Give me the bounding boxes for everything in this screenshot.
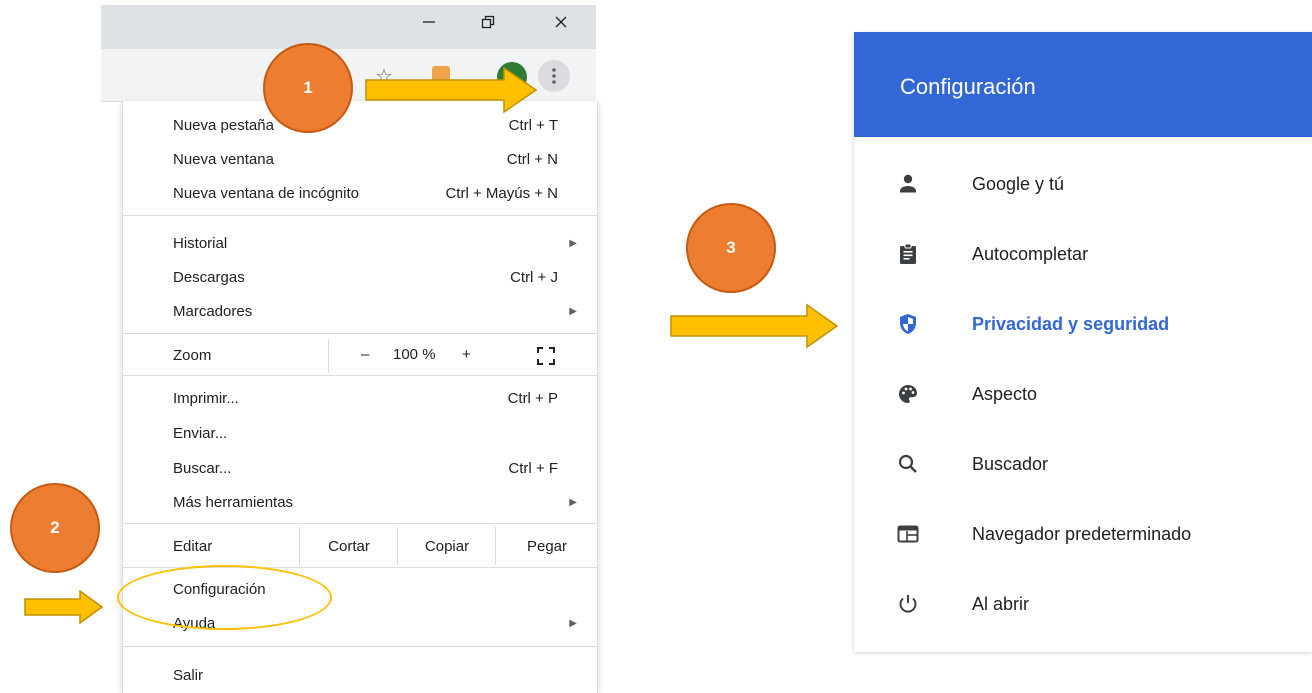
menu-item-label: Historial [173, 234, 228, 252]
settings-item-search-engine[interactable]: Buscador [854, 442, 1312, 486]
clipboard-icon [900, 243, 916, 264]
step-2-label: 2 [50, 518, 60, 537]
menu-item-new-window[interactable]: Nueva ventana Ctrl + N [123, 142, 597, 176]
copy-button-label: Copiar [424, 537, 470, 555]
power-icon [899, 595, 917, 613]
submenu-arrow-icon: ▶ [569, 496, 577, 508]
settings-panel: Configuración Google y tú Autocompletar … [854, 32, 1312, 652]
menu-item-bookmarks[interactable]: Marcadores ▶ [123, 294, 597, 328]
close-icon [555, 16, 567, 28]
minimize-icon [423, 21, 435, 23]
menu-item-shortcut: Ctrl + T [508, 116, 558, 134]
submenu-arrow-icon: ▶ [569, 237, 577, 249]
menu-item-shortcut: Ctrl + Mayús + N [445, 184, 558, 202]
menu-divider [123, 646, 597, 647]
browser-window-icon [897, 525, 919, 543]
step-1-badge: 1 [263, 43, 353, 133]
menu-item-print[interactable]: Imprimir... Ctrl + P [123, 381, 597, 415]
zoom-label: Zoom [173, 347, 212, 364]
settings-item-privacy[interactable]: Privacidad y seguridad [854, 302, 1312, 346]
step-3-arrow-icon [670, 303, 839, 349]
menu-item-incognito[interactable]: Nueva ventana de incógnito Ctrl + Mayús … [123, 176, 597, 210]
menu-item-label: Descargas [173, 268, 245, 286]
settings-item-label: Aspecto [972, 384, 1038, 404]
zoom-row: Zoom – 100 % + [123, 339, 597, 373]
settings-item-label: Privacidad y seguridad [972, 314, 1170, 334]
step-2-badge: 2 [10, 483, 100, 573]
more-vert-button[interactable] [538, 60, 570, 92]
menu-item-shortcut: Ctrl + J [510, 268, 558, 286]
menu-divider [123, 215, 597, 216]
step-1-arrow-icon [365, 66, 538, 114]
menu-item-label: Salir [173, 666, 204, 684]
settings-item-label: Google y tú [972, 174, 1065, 194]
palette-icon [899, 385, 917, 403]
settings-item-default-browser[interactable]: Navegador predeterminado [854, 512, 1312, 556]
close-button[interactable] [547, 8, 575, 36]
settings-item-label: Autocompletar [972, 244, 1089, 264]
menu-item-cast[interactable]: Enviar... [123, 416, 597, 450]
settings-item-on-startup[interactable]: Al abrir [854, 582, 1312, 626]
menu-item-shortcut: Ctrl + P [507, 389, 558, 407]
submenu-arrow-icon: ▶ [569, 305, 577, 317]
copy-button[interactable]: Copiar [397, 527, 496, 565]
shield-icon [900, 314, 916, 334]
menu-item-label: Marcadores [173, 302, 253, 320]
title-bar [101, 5, 596, 49]
person-icon [900, 174, 916, 193]
paste-button[interactable]: Pegar [495, 527, 598, 565]
menu-divider [123, 333, 597, 334]
menu-item-label: Nueva ventana [173, 150, 274, 168]
zoom-level: 100 % [393, 346, 436, 363]
step-3-label: 3 [726, 238, 736, 257]
more-vert-icon [552, 68, 556, 84]
settings-item-appearance[interactable]: Aspecto [854, 372, 1312, 416]
menu-item-label: Imprimir... [173, 389, 239, 407]
menu-item-downloads[interactable]: Descargas Ctrl + J [123, 260, 597, 294]
menu-item-label: Buscar... [173, 459, 232, 477]
minimize-button[interactable] [415, 8, 443, 36]
menu-divider [123, 375, 597, 376]
settings-highlight-ring [117, 565, 332, 630]
zoom-controls: – 100 % + [328, 339, 598, 373]
cut-button[interactable]: Cortar [299, 527, 398, 565]
menu-item-shortcut: Ctrl + F [508, 459, 558, 477]
menu-item-history[interactable]: Historial ▶ [123, 226, 597, 260]
menu-item-more-tools[interactable]: Más herramientas ▶ [123, 485, 597, 519]
step-2-arrow-icon [24, 590, 104, 624]
settings-item-autofill[interactable]: Autocompletar [854, 232, 1312, 276]
paste-button-label: Pegar [526, 537, 568, 555]
step-3-badge: 3 [686, 203, 776, 293]
menu-item-label: Más herramientas [173, 493, 294, 511]
menu-item-exit[interactable]: Salir [123, 658, 597, 692]
cut-button-label: Cortar [328, 537, 370, 555]
search-icon [898, 454, 917, 473]
submenu-arrow-icon: ▶ [569, 617, 577, 629]
menu-item-label: Enviar... [173, 424, 228, 442]
settings-header: Configuración [854, 32, 1312, 137]
restore-icon [481, 15, 495, 29]
zoom-in-button[interactable]: + [462, 346, 471, 363]
settings-item-google[interactable]: Google y tú [854, 162, 1312, 206]
restore-button[interactable] [474, 8, 502, 36]
menu-item-shortcut: Ctrl + N [506, 150, 558, 168]
zoom-out-button[interactable]: – [361, 346, 369, 363]
menu-item-find[interactable]: Buscar... Ctrl + F [123, 451, 597, 485]
menu-divider [123, 523, 597, 524]
settings-item-label: Navegador predeterminado [972, 524, 1192, 544]
step-1-label: 1 [303, 78, 313, 97]
menu-item-label: Nueva pestaña [173, 116, 274, 134]
settings-item-label: Al abrir [972, 594, 1030, 614]
edit-label: Editar [173, 538, 213, 555]
menu-item-label: Nueva ventana de incógnito [173, 184, 359, 202]
settings-item-label: Buscador [972, 454, 1049, 474]
edit-row: Editar Cortar Copiar Pegar [123, 527, 597, 565]
fullscreen-icon[interactable] [537, 347, 555, 365]
settings-title: Configuración [900, 74, 1036, 99]
